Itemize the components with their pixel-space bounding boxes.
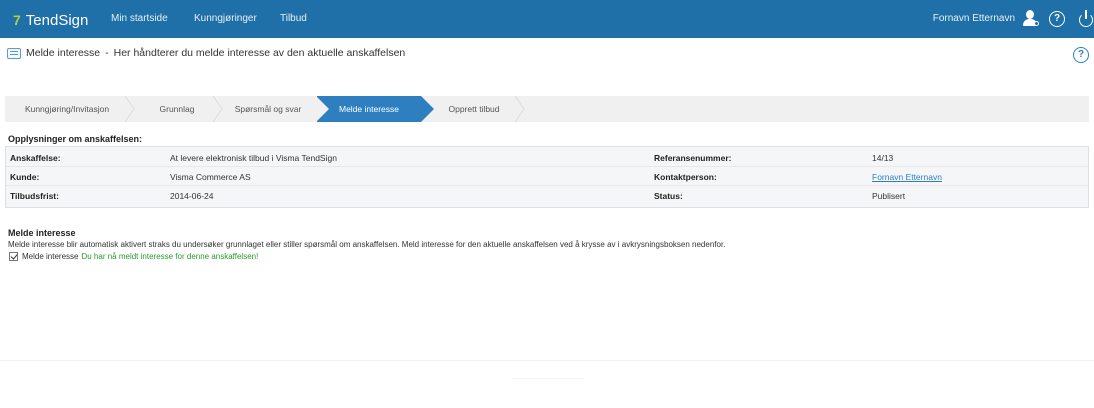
document-icon — [7, 47, 21, 59]
page-title-separator: - — [105, 47, 109, 59]
step-sporsmal-og-svar[interactable]: Spørsmål og svar — [221, 96, 315, 122]
info-label: Kontaktperson: — [654, 172, 717, 182]
step-label: Kunngjøring/Invitasjon — [24, 104, 110, 114]
info-value: 2014-06-24 — [170, 191, 214, 201]
info-label: Referansenummer: — [654, 153, 732, 163]
page-help-icon[interactable]: ? — [1073, 47, 1089, 63]
user-settings-icon[interactable] — [1021, 10, 1039, 28]
interest-checkbox[interactable] — [9, 252, 18, 261]
top-navigation-bar: 7 TendSign Min startside Kunngjøringer T… — [0, 0, 1094, 38]
interest-checkbox-row: Melde interesse Du har nå meldt interess… — [9, 252, 258, 261]
page-title-subtitle: Her håndterer du melde interesse av den … — [113, 47, 406, 59]
user-name[interactable]: Fornavn Etternavn — [933, 13, 1015, 25]
help-icon[interactable]: ? — [1049, 11, 1065, 27]
step-grunnlag[interactable]: Grunnlag — [137, 96, 223, 122]
brand-name: TendSign — [25, 11, 89, 29]
step-label: Grunnlag — [159, 104, 195, 114]
info-value: Publisert — [872, 191, 906, 201]
step-navigation: Kunngjøring/Invitasjon Grunnlag Spørsmål… — [5, 96, 1089, 122]
info-value: 14/13 — [872, 153, 894, 163]
page-title-main: Melde interesse — [26, 47, 101, 59]
info-label: Kunde: — [10, 172, 40, 182]
info-value: At levere elektronisk tilbud i Visma Ten… — [170, 153, 337, 163]
info-label: Status: — [654, 191, 683, 201]
info-row: Tilbudsfrist: 2014-06-24 Status: Publise… — [6, 187, 1088, 205]
interest-section-title: Melde interesse — [8, 228, 76, 238]
contact-person-link[interactable]: Fornavn Etternavn — [872, 172, 942, 182]
page-title: Melde interesse - Her håndterer du melde… — [7, 46, 405, 60]
nav-min-startside[interactable]: Min startside — [111, 13, 168, 25]
info-row: Kunde: Visma Commerce AS Kontaktperson: … — [6, 168, 1088, 186]
info-box: Anskaffelse: At levere elektronisk tilbu… — [5, 146, 1089, 208]
nav-kunngjoringer[interactable]: Kunngjøringer — [194, 13, 257, 25]
step-kunngjoring[interactable]: Kunngjøring/Invitasjon — [5, 96, 135, 122]
step-melde-interesse[interactable]: Melde interesse — [316, 96, 434, 122]
step-label: Melde interesse — [338, 104, 399, 114]
info-value: Visma Commerce AS — [170, 172, 251, 182]
interest-checkbox-label[interactable]: Melde interesse — [22, 252, 78, 261]
interest-description: Melde interesse blir automatisk aktivert… — [8, 240, 726, 249]
info-label: Anskaffelse: — [10, 153, 61, 163]
info-row: Anskaffelse: At levere elektronisk tilbu… — [6, 149, 1088, 167]
footer-divider — [0, 360, 1094, 361]
step-opprett-tilbud[interactable]: Opprett tilbud — [429, 96, 525, 122]
nav-tilbud[interactable]: Tilbud — [280, 13, 307, 25]
step-label: Opprett tilbud — [448, 104, 500, 114]
brand-logo[interactable]: 7 TendSign — [13, 10, 88, 30]
footer-divider-short — [512, 378, 584, 379]
power-icon[interactable] — [1079, 10, 1094, 27]
info-section-title: Opplysninger om anskaffelsen: — [8, 134, 143, 144]
interest-confirmation: Du har nå meldt interesse for denne ansk… — [81, 252, 259, 261]
step-label: Spørsmål og svar — [234, 104, 302, 114]
tendsign-leaf-icon: 7 — [13, 12, 21, 28]
info-label: Tilbudsfrist: — [10, 191, 59, 201]
